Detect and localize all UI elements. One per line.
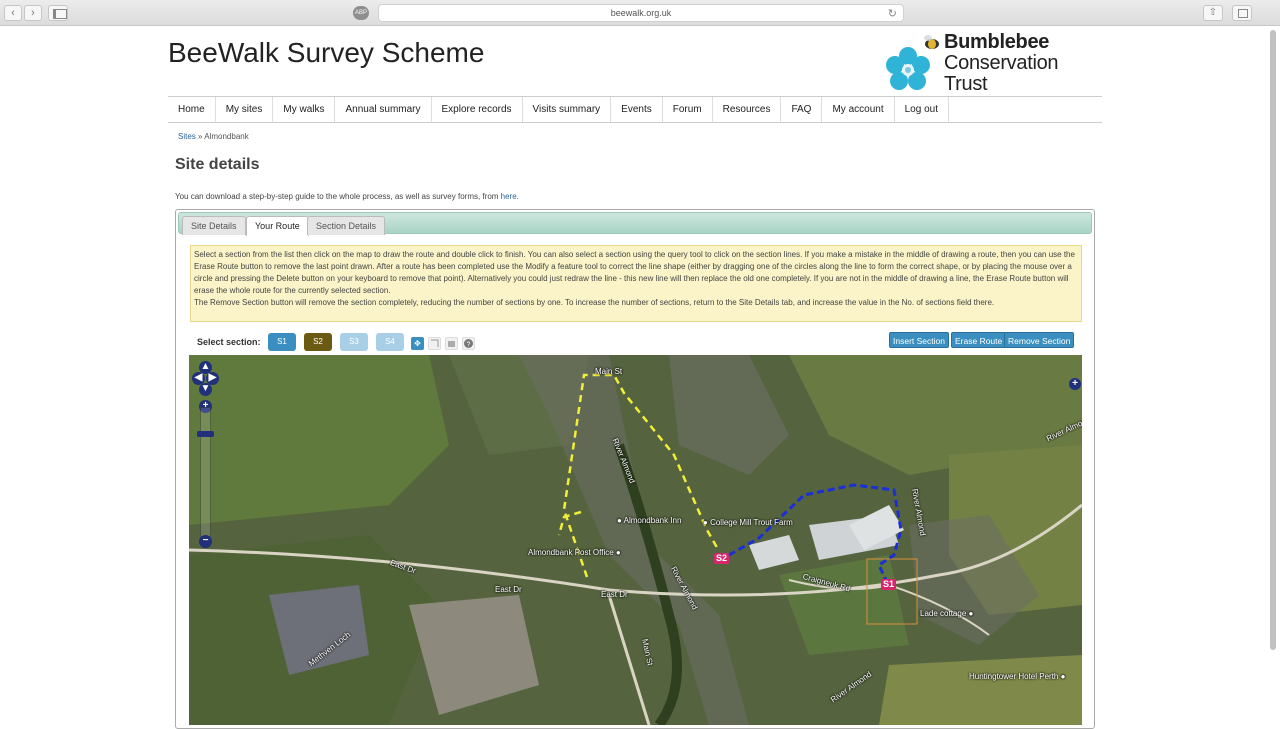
map-label-college-mill: ● College Mill Trout Farm <box>703 518 793 527</box>
adblock-extension-icon[interactable]: ABP <box>353 6 369 20</box>
menu-item-my-account[interactable]: My account <box>822 97 895 122</box>
menu-item-log-out[interactable]: Log out <box>895 97 949 122</box>
section-marker-s1[interactable]: S1 <box>881 579 897 590</box>
bct-logo[interactable]: Bumblebee Conservation Trust <box>882 32 1096 96</box>
post-office-text: Almondbank Post Office <box>528 548 614 557</box>
logo-wordmark: Bumblebee Conservation Trust <box>944 31 1059 95</box>
insert-section-button[interactable]: Insert Section <box>889 332 949 348</box>
arrow-up-icon: ▲ <box>200 361 211 372</box>
svg-text:?: ? <box>467 342 471 349</box>
breadcrumb-separator: » <box>195 132 205 141</box>
remove-section-button[interactable]: Remove Section <box>1004 332 1075 348</box>
site-tabs-panel: Site Details Your Route Section Details … <box>175 209 1095 729</box>
site-title[interactable]: BeeWalk Survey Scheme <box>168 37 484 69</box>
section-button-s2[interactable]: S2 <box>304 333 332 351</box>
erase-route-button[interactable]: Erase Route <box>951 332 1007 348</box>
menu-item-visits-summary[interactable]: Visits summary <box>523 97 612 122</box>
breadcrumb: Sites » Almondbank <box>178 132 249 141</box>
instructions-paragraph-2: The Remove Section button will remove th… <box>194 298 995 307</box>
main-menu: Home My sites My walks Annual summary Ex… <box>168 96 1102 123</box>
forward-button[interactable]: › <box>24 5 42 21</box>
modify-feature-icon <box>448 341 455 347</box>
tab-section-details[interactable]: Section Details <box>307 216 386 235</box>
menu-item-forum[interactable]: Forum <box>663 97 713 122</box>
page-scrollbar[interactable] <box>1270 30 1276 650</box>
map-label-huntingtower: Huntingtower Hotel Perth ● <box>969 672 1066 681</box>
browser-nav: ‹ › <box>4 5 42 21</box>
route-instructions: Select a section from the list then clic… <box>190 245 1082 322</box>
map-label-main-st-top: Main St <box>595 367 623 376</box>
back-button[interactable]: ‹ <box>4 5 22 21</box>
layer-switcher-button[interactable]: + <box>1069 378 1081 390</box>
section-button-s3[interactable]: S3 <box>340 333 368 351</box>
college-mill-text: College Mill Trout Farm <box>710 518 793 527</box>
intro-text-end: . <box>516 192 519 201</box>
guide-download-link[interactable]: here <box>501 192 517 201</box>
zoom-out-button[interactable]: − <box>199 535 212 548</box>
almondbank-inn-text: Almondbank Inn <box>623 516 682 525</box>
reload-icon[interactable]: ↻ <box>888 6 897 23</box>
map-label-post-office: Almondbank Post Office ● <box>528 548 621 557</box>
select-section-label: Select section: <box>197 337 261 347</box>
move-icon: ✥ <box>414 339 421 348</box>
section-marker-s2[interactable]: S2 <box>714 553 730 564</box>
pan-down-button[interactable]: ▼ <box>199 383 212 396</box>
satellite-imagery <box>189 355 1082 725</box>
menu-item-my-walks[interactable]: My walks <box>273 97 336 122</box>
huntingtower-text: Huntingtower Hotel Perth <box>969 672 1059 681</box>
back-icon: ‹ <box>11 7 15 19</box>
tab-bar: Site Details Your Route Section Details <box>178 212 1092 236</box>
page: BeeWalk Survey Scheme Bumblebee Conserva… <box>168 26 1102 729</box>
map-label-east-dr-2: East Dr <box>495 585 522 594</box>
menu-item-resources[interactable]: Resources <box>713 97 782 122</box>
query-icon: ? <box>464 339 473 349</box>
page-title: Site details <box>175 156 260 173</box>
intro-text-body: You can download a step-by-step guide to… <box>175 192 501 201</box>
breadcrumb-sites-link[interactable]: Sites <box>178 132 196 141</box>
query-tool-button[interactable]: ? <box>462 337 475 350</box>
zoom-slider[interactable] <box>200 407 211 537</box>
logo-line-2: Conservation <box>944 52 1059 74</box>
draw-line-icon <box>431 339 439 347</box>
map-label-almondbank-inn: ● Almondbank Inn <box>617 516 682 525</box>
menu-item-my-sites[interactable]: My sites <box>216 97 274 122</box>
tab-site-details[interactable]: Site Details <box>182 216 246 235</box>
menu-item-events[interactable]: Events <box>611 97 663 122</box>
share-icon: ⇧ <box>1208 7 1218 18</box>
route-map[interactable]: Main St River Almond River Almond River … <box>189 355 1082 725</box>
arrow-left-icon: ◀ <box>194 372 203 383</box>
tab-your-route[interactable]: Your Route <box>246 216 309 236</box>
menu-item-explore-records[interactable]: Explore records <box>432 97 523 122</box>
arrow-right-icon: ▶ <box>208 372 217 383</box>
intro-text: You can download a step-by-step guide to… <box>175 192 519 201</box>
flower-icon <box>886 35 939 90</box>
pan-tool-button[interactable]: ✥ <box>411 337 424 350</box>
forward-icon: › <box>31 7 35 19</box>
minus-icon: − <box>202 535 209 546</box>
browser-toolbar: ‹ › ABP beewalk.org.uk ↻ ⇧ <box>0 0 1280 26</box>
tab-overview-button[interactable] <box>1232 5 1252 21</box>
address-bar[interactable]: beewalk.org.uk ↻ <box>378 4 904 22</box>
map-label-lade-cottage: Lade cottage ● <box>920 609 974 618</box>
plus-icon: + <box>1072 378 1078 389</box>
instructions-paragraph-1: Select a section from the list then clic… <box>194 250 1075 295</box>
menu-item-faq[interactable]: FAQ <box>781 97 823 122</box>
share-button[interactable]: ⇧ <box>1203 5 1223 21</box>
menu-item-annual-summary[interactable]: Annual summary <box>335 97 432 122</box>
breadcrumb-current: Almondbank <box>204 132 249 141</box>
zoom-slider-handle[interactable] <box>197 431 214 437</box>
lade-cottage-text: Lade cottage <box>920 609 967 618</box>
draw-line-tool-button[interactable] <box>428 337 441 350</box>
url-text: beewalk.org.uk <box>610 8 672 18</box>
map-label-east-dr-3: East Dr <box>601 590 628 599</box>
modify-feature-tool-button[interactable] <box>445 337 458 350</box>
sidebar-toggle-button[interactable] <box>48 5 68 21</box>
section-button-s4[interactable]: S4 <box>376 333 404 351</box>
site-header: BeeWalk Survey Scheme Bumblebee Conserva… <box>168 26 1102 96</box>
arrow-down-icon: ▼ <box>200 383 211 394</box>
menu-item-home[interactable]: Home <box>168 97 216 122</box>
section-button-s1[interactable]: S1 <box>268 333 296 351</box>
logo-line-1: Bumblebee <box>944 31 1050 53</box>
logo-line-3: Trust <box>944 73 988 95</box>
